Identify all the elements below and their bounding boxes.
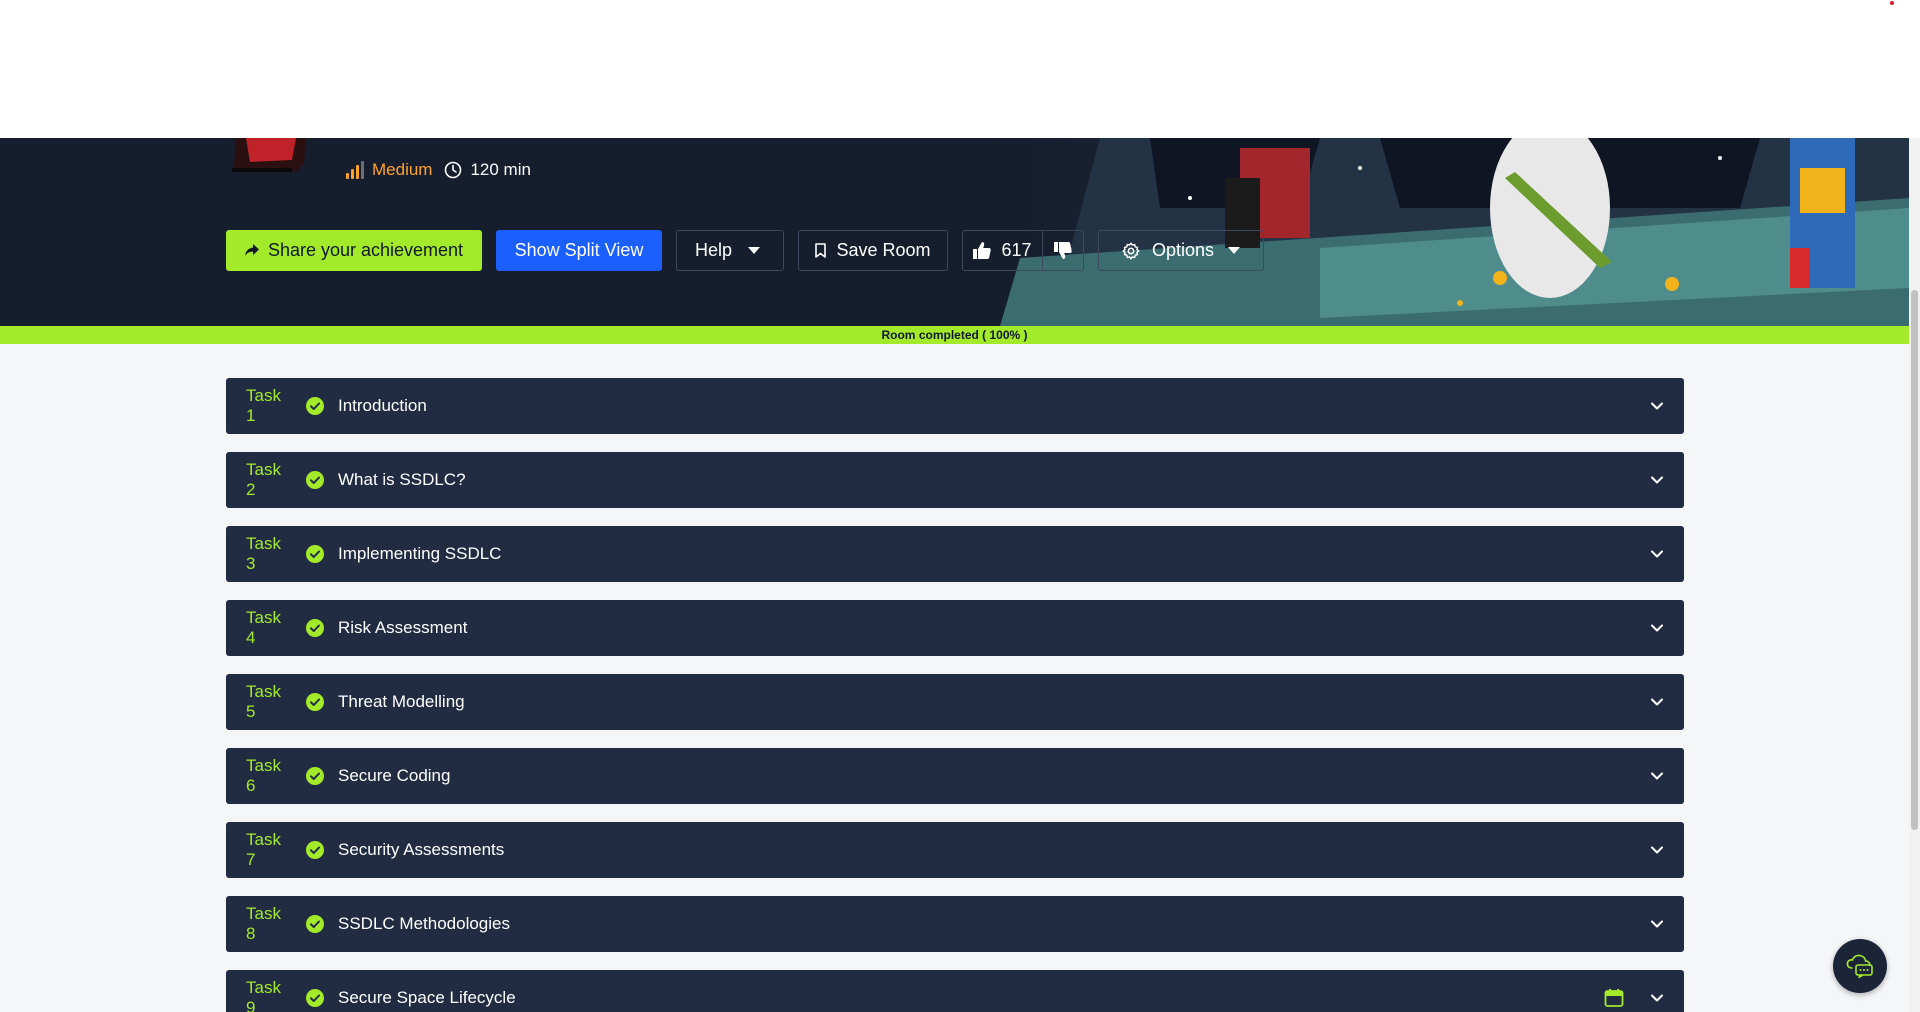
completed-check-icon <box>306 693 324 711</box>
help-label: Help <box>695 240 733 260</box>
chevron-down-icon[interactable] <box>1650 917 1664 931</box>
task-number: Task 9 <box>246 978 281 1012</box>
room-hero-banner: Medium 120 min Share your achievement Sh… <box>0 138 1909 326</box>
task-row[interactable]: Task 2 What is SSDLC? <box>226 452 1684 508</box>
room-actions: Share your achievement Show Split View H… <box>226 230 1264 271</box>
task-number: Task 3 <box>246 534 281 573</box>
split-view-button[interactable]: Show Split View <box>496 230 662 271</box>
task-title: Introduction <box>338 396 427 415</box>
task-title: Secure Coding <box>338 766 451 785</box>
scrollbar-thumb[interactable] <box>1911 290 1918 830</box>
task-title: Implementing SSDLC <box>338 544 502 563</box>
completed-check-icon <box>306 619 324 637</box>
share-arrow-icon <box>244 244 259 256</box>
chevron-down-icon[interactable] <box>1650 769 1664 783</box>
gear-icon <box>1122 242 1140 259</box>
split-label: Show Split View <box>514 240 644 260</box>
calendar-icon[interactable] <box>1604 988 1624 1008</box>
chevron-down-icon[interactable] <box>1650 473 1664 487</box>
caret-down-icon <box>1228 246 1241 254</box>
task-row[interactable]: Task 1 Introduction <box>226 378 1684 434</box>
completed-check-icon <box>306 397 324 415</box>
thumbs-up-icon <box>973 242 992 259</box>
task-number: Task 5 <box>246 682 281 721</box>
task-title: What is SSDLC? <box>338 470 466 489</box>
clock-icon <box>445 161 462 179</box>
options-dropdown-button[interactable]: Options <box>1098 230 1264 271</box>
share-label: Share your achievement <box>267 240 464 260</box>
task-row[interactable]: Task 4 Risk Assessment <box>226 600 1684 656</box>
chevron-down-icon[interactable] <box>1650 843 1664 857</box>
vote-group: 617 <box>962 230 1084 271</box>
signal-bars-icon <box>346 161 364 179</box>
help-dropdown-button[interactable]: Help <box>676 230 784 271</box>
chevron-down-icon[interactable] <box>1650 695 1664 709</box>
task-number: Task 7 <box>246 830 281 869</box>
downvote-button[interactable] <box>1043 231 1083 270</box>
task-title: SSDLC Methodologies <box>338 914 510 933</box>
task-row[interactable]: Task 3 Implementing SSDLC <box>226 526 1684 582</box>
save-label: Save Room <box>836 240 931 260</box>
task-row[interactable]: Task 9 Secure Space Lifecycle <box>226 970 1684 1012</box>
task-title: Threat Modelling <box>338 692 465 711</box>
caret-down-icon <box>748 246 761 254</box>
completed-check-icon <box>306 471 324 489</box>
duration-label: 120 min <box>470 160 531 179</box>
room-icon <box>232 138 306 172</box>
bookmark-icon <box>815 243 827 258</box>
task-number: Task 1 <box>246 386 281 425</box>
chevron-down-icon[interactable] <box>1650 991 1664 1005</box>
completed-check-icon <box>306 767 324 785</box>
task-number: Task 4 <box>246 608 281 647</box>
room-progress-bar: Room completed ( 100% ) <box>0 326 1909 344</box>
share-achievement-button[interactable]: Share your achievement <box>226 230 482 271</box>
upvote-button[interactable]: 617 <box>963 231 1043 270</box>
task-number: Task 2 <box>246 460 281 499</box>
completed-check-icon <box>306 841 324 859</box>
thumbs-down-icon <box>1054 242 1072 259</box>
task-row[interactable]: Task 7 Security Assessments <box>226 822 1684 878</box>
notification-dot <box>1890 1 1894 5</box>
upvote-count: 617 <box>1001 240 1032 260</box>
chat-cloud-icon <box>1846 954 1873 978</box>
save-room-button[interactable]: Save Room <box>798 230 948 271</box>
task-title: Security Assessments <box>338 840 505 859</box>
top-blank-area <box>0 0 1920 138</box>
chevron-down-icon[interactable] <box>1650 621 1664 635</box>
chat-support-button[interactable] <box>1833 939 1887 993</box>
task-list: Task 1 Introduction Task 2 What is SSDLC? Ta… <box>226 378 1684 1012</box>
task-title: Secure Space Lifecycle <box>338 988 516 1007</box>
task-row[interactable]: Task 8 SSDLC Methodologies <box>226 896 1684 952</box>
task-row[interactable]: Task 5 Threat Modelling <box>226 674 1684 730</box>
task-number: Task 8 <box>246 904 281 943</box>
progress-label: Room completed ( 100% ) <box>881 328 1028 342</box>
completed-check-icon <box>306 545 324 563</box>
task-number: Task 6 <box>246 756 281 795</box>
task-title: Risk Assessment <box>338 618 468 637</box>
completed-check-icon <box>306 915 324 933</box>
completed-check-icon <box>306 989 324 1007</box>
room-meta: Medium 120 min <box>346 158 531 182</box>
difficulty-label: Medium <box>372 160 433 179</box>
task-row[interactable]: Task 6 Secure Coding <box>226 748 1684 804</box>
chevron-down-icon[interactable] <box>1650 399 1664 413</box>
chevron-down-icon[interactable] <box>1650 547 1664 561</box>
options-label: Options <box>1151 240 1215 260</box>
